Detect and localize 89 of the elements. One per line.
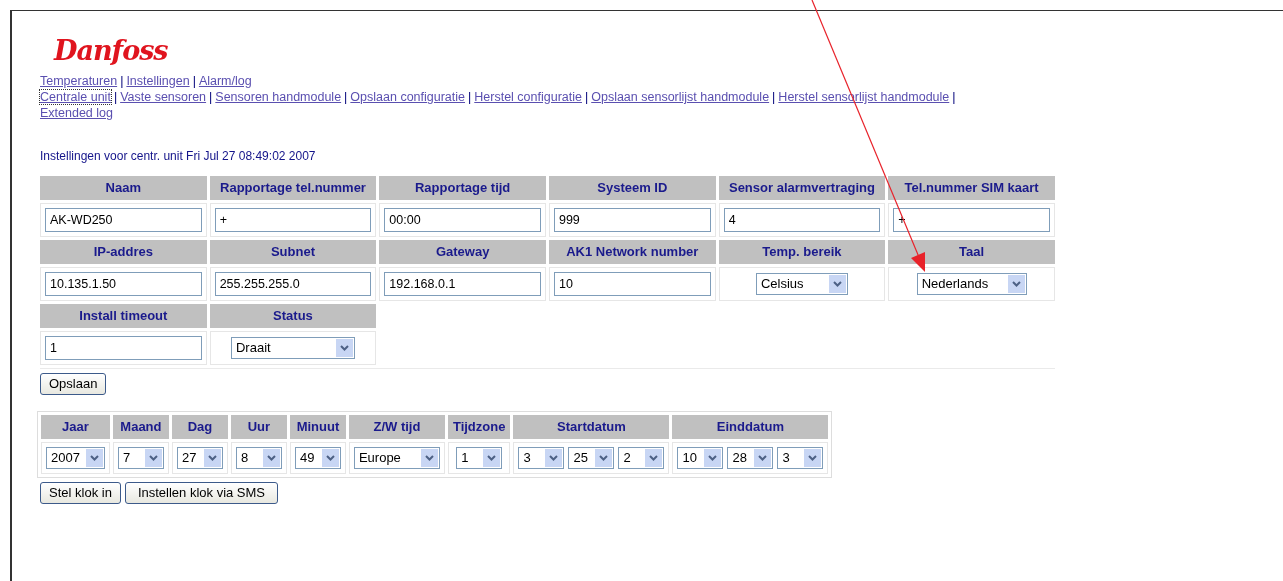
column-header: Einddatum bbox=[672, 415, 829, 439]
nav-link[interactable]: Extended log bbox=[40, 106, 113, 120]
caret-icon bbox=[704, 449, 722, 467]
column-header: IP-addres bbox=[40, 240, 207, 264]
column-header: Gateway bbox=[379, 240, 546, 264]
caret-icon bbox=[262, 449, 280, 467]
nav-link[interactable]: Instellingen bbox=[126, 74, 190, 88]
text-field[interactable]: 00:00 bbox=[384, 208, 541, 232]
text-field[interactable]: 192.168.0.1 bbox=[384, 272, 541, 296]
caret-icon bbox=[321, 449, 339, 467]
column-header: Minuut bbox=[289, 415, 346, 439]
dropdown[interactable]: 27 bbox=[176, 447, 223, 469]
separator: | bbox=[120, 74, 124, 88]
dropdown[interactable]: 2 bbox=[618, 447, 665, 469]
text-field[interactable]: 10 bbox=[553, 272, 711, 296]
dropdown[interactable]: 1 bbox=[456, 447, 503, 469]
dropdown[interactable]: 3 bbox=[777, 447, 824, 469]
dropdown[interactable]: 49 bbox=[294, 447, 341, 469]
caret-icon bbox=[483, 449, 501, 467]
dropdown[interactable]: 25 bbox=[568, 447, 615, 469]
dropdown[interactable]: 8 bbox=[235, 447, 282, 469]
dropdown[interactable]: Nederlands bbox=[916, 273, 1027, 295]
dropdown[interactable]: Draait bbox=[231, 337, 355, 359]
nav-link[interactable]: Opslaan sensorlijst handmodule bbox=[591, 90, 770, 104]
column-header: Startdatum bbox=[513, 415, 670, 439]
column-header: Sensor alarmvertraging bbox=[718, 176, 886, 200]
column-header: Tel.nummer SIM kaart bbox=[888, 176, 1055, 200]
column-header: Z/W tijd bbox=[348, 415, 445, 439]
nav-link[interactable]: Temperaturen bbox=[40, 74, 118, 88]
text-field[interactable]: 4 bbox=[723, 208, 881, 232]
separator: | bbox=[192, 74, 196, 88]
nav-link[interactable]: Opslaan configuratie bbox=[350, 90, 465, 104]
column-header: Rapportage tel.nummer bbox=[209, 176, 377, 200]
caret-icon bbox=[595, 449, 613, 467]
column-header: Rapportage tijd bbox=[379, 176, 546, 200]
dropdown[interactable]: Europe bbox=[353, 447, 440, 469]
caret-icon bbox=[203, 449, 221, 467]
column-header: Subnet bbox=[209, 240, 377, 264]
separator: | bbox=[584, 90, 589, 104]
caret-icon bbox=[1007, 275, 1025, 293]
dropdown[interactable]: 28 bbox=[727, 447, 774, 469]
text-field[interactable]: 1 bbox=[45, 336, 202, 360]
caret-icon bbox=[420, 449, 438, 467]
caret-icon bbox=[804, 449, 822, 467]
caret-icon bbox=[828, 275, 846, 293]
caret-icon bbox=[85, 449, 103, 467]
separator: | bbox=[772, 90, 776, 104]
column-header: Uur bbox=[230, 415, 287, 439]
separator: | bbox=[952, 90, 956, 104]
nav-link[interactable]: Vaste sensoren bbox=[120, 90, 207, 104]
column-header: Dag bbox=[171, 415, 228, 439]
text-field[interactable]: 999 bbox=[553, 208, 711, 232]
dropdown[interactable]: Celsius bbox=[755, 273, 848, 295]
column-header: Tijdzone bbox=[447, 415, 511, 439]
dropdown[interactable]: 7 bbox=[117, 447, 164, 469]
column-header: AK1 Network number bbox=[548, 240, 716, 264]
text-field[interactable]: 255.255.255.0 bbox=[214, 272, 372, 296]
separator: | bbox=[468, 90, 472, 104]
column-header: Temp. bereik bbox=[718, 240, 886, 264]
caret-icon bbox=[645, 449, 663, 467]
dropdown[interactable]: 10 bbox=[677, 447, 724, 469]
separator: | bbox=[209, 90, 213, 104]
set-clock-button[interactable]: Stel klok in bbox=[40, 482, 121, 504]
dropdown[interactable]: 2007 bbox=[46, 447, 105, 469]
text-field[interactable]: + bbox=[214, 208, 372, 232]
logo: Danfoss bbox=[54, 37, 168, 64]
column-header: Naam bbox=[40, 176, 207, 200]
nav-link[interactable]: Herstel configuratie bbox=[474, 90, 582, 104]
text-field[interactable]: 10.135.1.50 bbox=[45, 272, 202, 296]
caret-icon bbox=[336, 339, 353, 357]
column-header: Install timeout bbox=[40, 304, 207, 328]
page-heading: Instellingen voor centr. unit Fri Jul 27 08:49:02 2007 bbox=[40, 148, 317, 165]
separator: | bbox=[113, 90, 118, 104]
save-button[interactable]: Opslaan bbox=[40, 373, 107, 395]
caret-icon bbox=[144, 449, 162, 467]
caret-icon bbox=[754, 449, 772, 467]
nav-link[interactable]: Sensoren handmodule bbox=[215, 90, 342, 104]
column-header: Jaar bbox=[41, 415, 110, 439]
column-header: Taal bbox=[888, 240, 1055, 264]
column-header: Systeem ID bbox=[548, 176, 716, 200]
column-header: Status bbox=[209, 304, 377, 328]
nav-link[interactable]: Alarm/log bbox=[198, 74, 252, 88]
column-header: Maand bbox=[112, 415, 169, 439]
caret-icon bbox=[545, 449, 563, 467]
text-field[interactable]: AK-WD250 bbox=[45, 208, 202, 232]
separator: | bbox=[344, 90, 348, 104]
dropdown[interactable]: 3 bbox=[518, 447, 565, 469]
sms-clock-button[interactable]: Instellen klok via SMS bbox=[124, 482, 279, 504]
nav-link[interactable]: Centrale unit bbox=[40, 90, 111, 104]
